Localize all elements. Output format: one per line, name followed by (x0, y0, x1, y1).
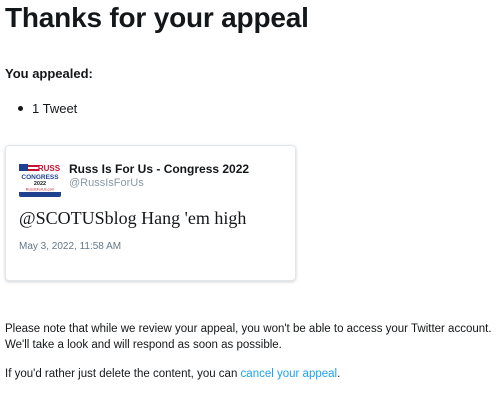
cancel-appeal-link[interactable]: cancel your appeal (241, 368, 338, 380)
tweet-author-handle[interactable]: @RussIsForUs (69, 177, 144, 189)
cancel-prefix: If you'd rather just delete the content,… (5, 368, 241, 380)
avatar[interactable]: RUSS CONGRESS 2022 RussIsForUs.com (19, 163, 61, 197)
avatar-line4: RussIsForUs.com (26, 188, 55, 192)
avatar-line1: RUSS (38, 164, 61, 173)
list-item: 1 Tweet (18, 101, 77, 116)
bullet-icon (18, 106, 23, 111)
appealed-items-list: 1 Tweet (18, 101, 77, 116)
list-item-label: 1 Tweet (32, 101, 78, 116)
cancel-appeal-line: If you'd rather just delete the content,… (5, 366, 340, 382)
tweet-timestamp[interactable]: May 3, 2022, 11:58 AM (19, 241, 121, 252)
cancel-suffix: . (337, 368, 341, 380)
avatar-line2: CONGRESS (21, 174, 59, 181)
avatar-line3: 2022 (34, 181, 46, 187)
tweet-text: @SCOTUSblog Hang 'em high (19, 208, 247, 228)
appeal-confirmation-page: Thanks for your appeal You appealed: 1 T… (0, 0, 500, 409)
tweet-card[interactable]: RUSS CONGRESS 2022 RussIsForUs.com Russ … (5, 145, 296, 281)
page-title: Thanks for your appeal (5, 2, 309, 33)
appeal-notice: Please note that while we review your ap… (5, 323, 492, 351)
appealed-label: You appealed: (5, 66, 93, 81)
campaign-logo-flag-icon: RUSS CONGRESS 2022 RussIsForUs.com (19, 163, 61, 197)
tweet-author-name[interactable]: Russ Is For Us - Congress 2022 (69, 162, 249, 176)
